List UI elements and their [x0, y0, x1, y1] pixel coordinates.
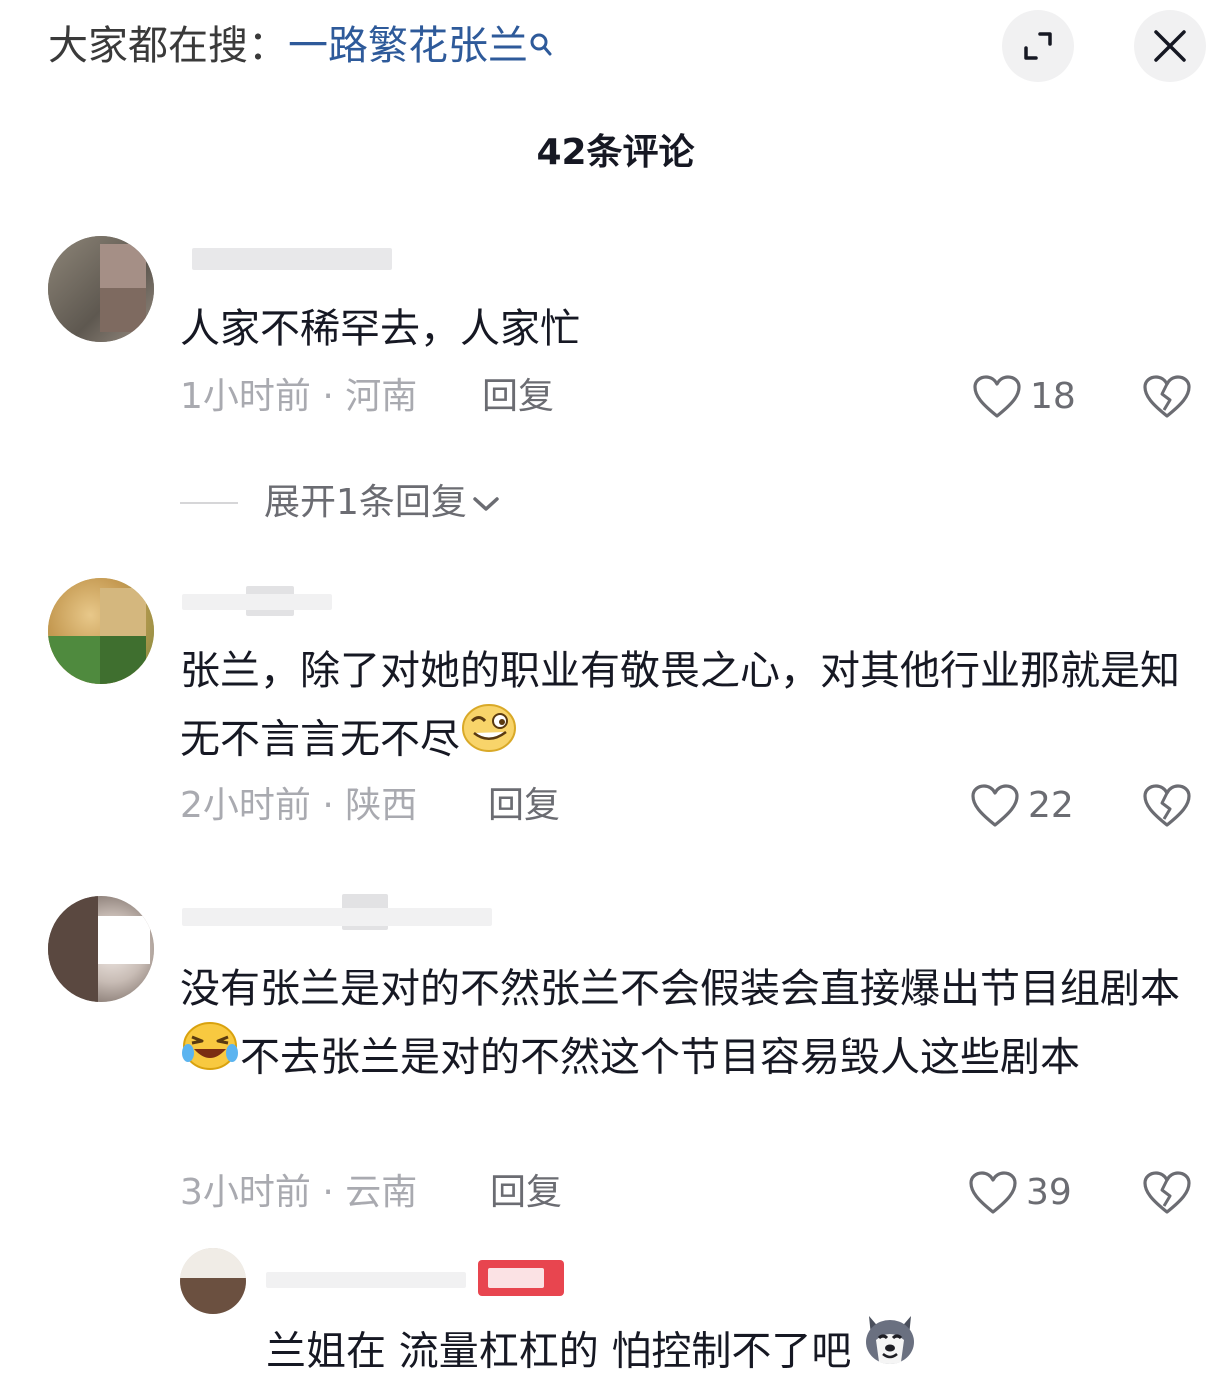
- dislike-button[interactable]: [1142, 783, 1192, 833]
- reply-button[interactable]: 回复: [488, 781, 560, 831]
- heart-icon: [973, 375, 1021, 418]
- reply-button[interactable]: 回复: [482, 372, 554, 422]
- comment-text-part1: 没有张兰是对的不然张兰不会假装会直接爆出节目组剧本: [180, 966, 1180, 1012]
- comment-text: 张兰，除了对她的职业有敬畏之心，对其他行业那就是知无不言言无不尽: [180, 638, 1190, 778]
- avatar[interactable]: [48, 578, 154, 684]
- divider: [180, 502, 238, 504]
- broken-heart-icon: [1143, 375, 1191, 418]
- chevron-down-icon: [473, 497, 499, 511]
- comment-time: 1小时前: [180, 376, 311, 417]
- comment-text: 人家不稀罕去，人家忙: [180, 306, 580, 352]
- comment-time: 2小时前: [180, 785, 311, 826]
- dislike-button[interactable]: [1142, 1170, 1192, 1220]
- reply-text-content: 兰姐在 流量杠杠的 怕控制不了吧: [266, 1328, 852, 1375]
- dislike-button[interactable]: [1142, 374, 1192, 424]
- comment-meta: 3小时前 · 云南: [180, 1172, 418, 1213]
- reply-text: 兰姐在 流量杠杠的 怕控制不了吧: [266, 1314, 919, 1393]
- like-count: 39: [1026, 1172, 1072, 1213]
- avatar[interactable]: [180, 1248, 246, 1314]
- expand-replies-label: 展开1条回复: [264, 482, 467, 523]
- avatar[interactable]: [48, 236, 154, 342]
- expand-icon: [1024, 32, 1052, 60]
- smirk-emoji: [460, 701, 518, 774]
- like-count: 18: [1030, 376, 1076, 417]
- heart-icon: [969, 1171, 1017, 1214]
- search-prefix-label: 大家都在搜：: [48, 23, 288, 69]
- expand-button[interactable]: [1002, 10, 1074, 82]
- comment-time: 3小时前: [180, 1172, 311, 1213]
- search-term-link[interactable]: 一路繁花张兰: [288, 23, 528, 69]
- close-button[interactable]: [1134, 10, 1206, 82]
- comment-meta: 1小时前 · 河南: [180, 376, 418, 417]
- comment-text: 没有张兰是对的不然张兰不会假装会直接爆出节目组剧本不去张兰是对的不然这个节目容易…: [180, 956, 1190, 1096]
- comment-meta: 2小时前 · 陕西: [180, 785, 418, 826]
- top-bar: 大家都在搜：一路繁花张兰: [0, 0, 1231, 100]
- comment-location: 云南: [345, 1172, 418, 1213]
- husky-dog-emoji: [861, 1310, 919, 1389]
- search-icon: [528, 20, 554, 56]
- like-count: 22: [1028, 785, 1074, 826]
- search-suggestion[interactable]: 大家都在搜：一路繁花张兰: [48, 18, 554, 74]
- comment-location: 河南: [345, 376, 418, 417]
- comment-location: 陕西: [345, 785, 418, 826]
- broken-heart-icon: [1143, 784, 1191, 827]
- comment-text-content: 张兰，除了对她的职业有敬畏之心，对其他行业那就是知无不言言无不尽: [180, 648, 1180, 763]
- laughing-tears-emoji: [180, 1019, 240, 1092]
- broken-heart-icon: [1143, 1171, 1191, 1214]
- reply-button[interactable]: 回复: [490, 1168, 562, 1218]
- comment-count-title: 42条评论: [536, 132, 695, 173]
- comment-text-part2: 不去张兰是对的不然这个节目容易毁人这些剧本: [240, 1034, 1080, 1081]
- avatar[interactable]: [48, 896, 154, 1002]
- close-icon: [1154, 30, 1186, 62]
- heart-icon: [971, 784, 1019, 827]
